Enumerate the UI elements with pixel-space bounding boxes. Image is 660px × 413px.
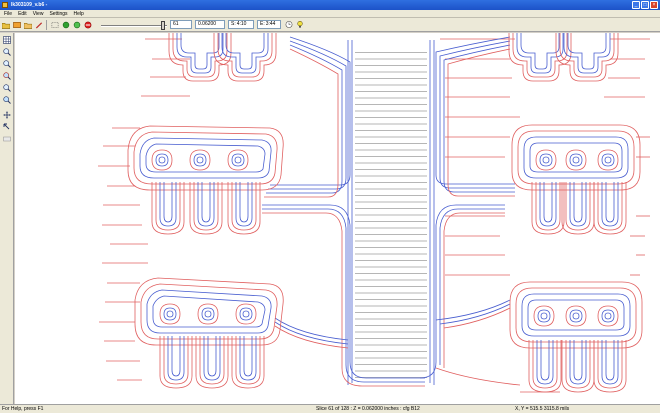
top-right-traces (435, 36, 515, 197)
title-bar: lk303109_v.b6 - _ □ × (0, 0, 660, 10)
menu-view[interactable]: View (33, 11, 44, 17)
z-height-value: 0.06200 (198, 21, 217, 27)
menu-file[interactable]: File (4, 11, 12, 17)
zoom-out-icon[interactable] (2, 59, 12, 69)
mid-left-cluster (127, 125, 284, 235)
toolpath-drawing (98, 33, 650, 393)
bottom-left-cluster (134, 277, 284, 389)
slider-thumb[interactable] (161, 20, 165, 30)
status-help-text: For Help, press F1 (2, 406, 44, 412)
pan-icon[interactable] (2, 110, 12, 120)
go-icon[interactable] (72, 20, 82, 30)
start-time-field: S: 4:10 (228, 20, 254, 29)
app-icon (2, 2, 8, 8)
menu-bar: File Edit View Settings Help (0, 10, 660, 18)
start-time-value: 4:10 (236, 21, 247, 27)
main-toolbar: 61 0.06200 S: 4:10 E: 3:44 (0, 18, 660, 32)
zoom-in-icon[interactable] (2, 47, 12, 57)
tool-pen-icon[interactable] (34, 20, 44, 30)
minimize-button[interactable]: _ (632, 1, 640, 9)
z-height-field[interactable]: 0.06200 (195, 20, 225, 29)
refresh-icon[interactable] (61, 20, 71, 30)
mid-right-cluster (511, 124, 641, 235)
slice-number-field[interactable]: 61 (170, 20, 192, 29)
left-toolbar (0, 33, 14, 404)
open-icon[interactable] (1, 20, 11, 30)
window-controls: _ □ × (632, 1, 658, 9)
load-icon[interactable] (12, 20, 22, 30)
menu-settings[interactable]: Settings (49, 11, 67, 17)
maximize-button[interactable]: □ (641, 1, 649, 9)
menu-help[interactable]: Help (74, 11, 84, 17)
status-coordinates: X, Y = 515.5 3115.8 mils (515, 406, 570, 412)
grid-icon[interactable] (2, 35, 12, 45)
zoom-fit-icon[interactable] (2, 83, 12, 93)
status-bar: For Help, press F1 Slice 61 of 128 : Z =… (0, 404, 660, 413)
top-left-traces (264, 36, 351, 198)
pointer-icon[interactable] (2, 122, 12, 132)
mid-right-traces (419, 204, 521, 386)
slice-number-value: 61 (173, 21, 179, 27)
end-time-label: E: (260, 21, 265, 27)
window-title: lk303109_v.b6 - (11, 2, 48, 8)
application-window: lk303109_v.b6 - _ □ × File Edit View Set… (0, 0, 660, 413)
close-button[interactable]: × (650, 1, 658, 9)
slice-slider[interactable] (101, 20, 167, 30)
status-slice-info: Slice 61 of 128 : Z = 0.062000 inches : … (316, 406, 420, 412)
end-time-value: 3:44 (265, 21, 276, 27)
zoom-all-icon[interactable] (2, 95, 12, 105)
menu-edit[interactable]: Edit (18, 11, 27, 17)
select-icon[interactable] (50, 20, 60, 30)
zoom-window-icon[interactable] (2, 71, 12, 81)
help-bulb-icon[interactable] (295, 20, 305, 30)
folder-icon[interactable] (23, 20, 33, 30)
start-time-label: S: (231, 21, 236, 27)
central-hatch-fill (355, 50, 427, 380)
toolpath-canvas[interactable] (15, 33, 660, 404)
toolbar-separator (46, 19, 47, 30)
stop-icon[interactable] (83, 20, 93, 30)
right-red-lines (440, 38, 650, 393)
measure-icon[interactable] (2, 134, 12, 144)
slider-track (101, 24, 167, 27)
clock-icon[interactable] (284, 20, 294, 30)
end-time-field: E: 3:44 (257, 20, 281, 29)
bottom-right-cluster (509, 281, 643, 393)
